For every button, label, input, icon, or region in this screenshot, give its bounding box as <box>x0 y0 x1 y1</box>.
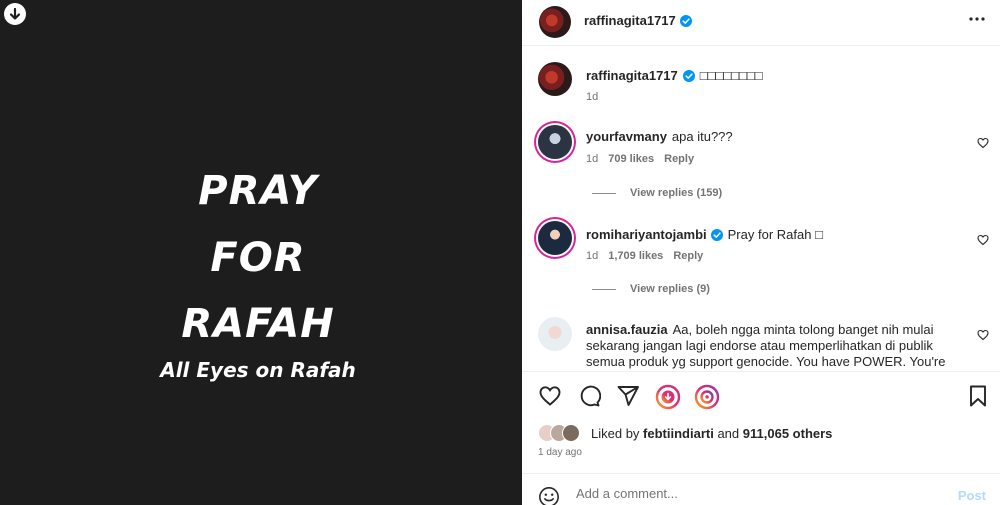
share-icon[interactable] <box>616 384 640 408</box>
author-username-text[interactable]: raffinagita1717 <box>584 13 676 28</box>
comment-likes[interactable]: 709 likes <box>608 153 654 165</box>
caption-avatar[interactable] <box>538 62 572 96</box>
post-comment-button[interactable]: Post <box>958 488 986 503</box>
comment-text-row: annisa.fauzia Aa, boleh ngga minta tolong… <box>586 322 960 370</box>
liker-avatar <box>562 424 580 442</box>
add-comment-bar: Post <box>522 473 1000 505</box>
comment-username[interactable]: annisa.fauzia <box>586 322 668 337</box>
arrow-down-icon <box>9 7 21 20</box>
remix-icon[interactable] <box>694 384 720 410</box>
post-media[interactable]: PRAY FOR RAFAH All Eyes on Rafah <box>0 0 522 505</box>
reply-button[interactable]: Reply <box>664 153 694 165</box>
comment-text: apa itu??? <box>671 129 733 144</box>
instagram-post-window: PRAY FOR RAFAH All Eyes on Rafah raffina… <box>0 0 1000 505</box>
comment-avatar[interactable] <box>538 317 572 351</box>
caption-text: □□□□□□□□ <box>699 68 763 83</box>
tip-icon[interactable] <box>655 384 681 410</box>
liker-username[interactable]: febtiindiarti <box>643 426 714 441</box>
emoji-icon[interactable] <box>538 486 560 505</box>
post-time-ago[interactable]: 1 day ago <box>538 447 582 458</box>
caption-username[interactable]: raffinagita1717 <box>586 68 678 83</box>
bookmark-icon[interactable] <box>968 384 988 408</box>
comment-avatar[interactable] <box>538 221 572 255</box>
add-comment-input[interactable] <box>576 486 936 501</box>
comment-text: Pray for Rafah □ <box>727 227 823 242</box>
comment-icon[interactable] <box>577 384 601 408</box>
poster-line-1: PRAY <box>198 168 318 214</box>
verified-badge-icon <box>682 70 695 82</box>
replies-divider <box>592 288 616 290</box>
post-sidebar: raffinagita1717 raffinagita1717 □□□□□□□□… <box>522 0 1000 505</box>
verified-badge-icon <box>710 229 723 241</box>
poster-image: PRAY FOR RAFAH All Eyes on Rafah <box>0 0 522 505</box>
comment-time[interactable]: 1d <box>586 153 598 165</box>
post-header: raffinagita1717 <box>522 0 1000 46</box>
likes-and: and <box>717 426 740 441</box>
download-button[interactable] <box>4 3 26 25</box>
more-options-button[interactable] <box>968 10 986 33</box>
comment-likes[interactable]: 1,709 likes <box>608 250 663 262</box>
caption-meta: 1d <box>586 91 608 103</box>
more-horizontal-icon <box>969 17 985 21</box>
reply-button[interactable]: Reply <box>673 250 703 262</box>
comment-text-row: yourfavmany apa itu??? <box>586 129 960 145</box>
replies-divider <box>592 192 616 194</box>
view-replies-label[interactable]: View replies (9) <box>630 283 710 295</box>
view-replies-button[interactable]: View replies (9) <box>592 283 710 295</box>
comment-avatar[interactable] <box>538 125 572 159</box>
view-replies-label[interactable]: View replies (159) <box>630 187 722 199</box>
comment-time[interactable]: 1d <box>586 250 598 262</box>
verified-badge-icon <box>679 15 692 27</box>
comments-list[interactable]: raffinagita1717 □□□□□□□□ 1d yourfavmany a… <box>522 47 1000 371</box>
view-replies-button[interactable]: View replies (159) <box>592 187 722 199</box>
post-actions-bar <box>522 371 1000 421</box>
comment-like-heart-icon[interactable] <box>977 234 989 246</box>
caption-text-row: raffinagita1717 □□□□□□□□ <box>586 68 960 84</box>
comment-like-heart-icon[interactable] <box>977 137 989 149</box>
comment-username[interactable]: yourfavmany <box>586 129 667 144</box>
poster-line-3: RAFAH <box>181 301 335 347</box>
poster-tagline: All Eyes on Rafah <box>160 358 356 382</box>
comment-like-heart-icon[interactable] <box>977 329 989 341</box>
comment-meta: 1d 1,709 likes Reply <box>586 250 713 262</box>
comment-username[interactable]: romihariyantojambi <box>586 227 707 242</box>
likes-count[interactable]: 911,065 others <box>743 426 833 441</box>
author-avatar[interactable] <box>539 6 571 38</box>
heart-icon[interactable] <box>538 384 562 408</box>
comment-text-row: romihariyantojambi Pray for Rafah □ <box>586 227 960 243</box>
author-username[interactable]: raffinagita1717 <box>584 13 692 28</box>
caption-time[interactable]: 1d <box>586 91 598 103</box>
likes-text: Liked by febtiindiarti and 911,065 other… <box>591 426 832 441</box>
likes-prefix: Liked by <box>591 426 640 441</box>
comment-meta: 1d 709 likes Reply <box>586 153 704 165</box>
poster-line-2: FOR <box>210 235 306 281</box>
